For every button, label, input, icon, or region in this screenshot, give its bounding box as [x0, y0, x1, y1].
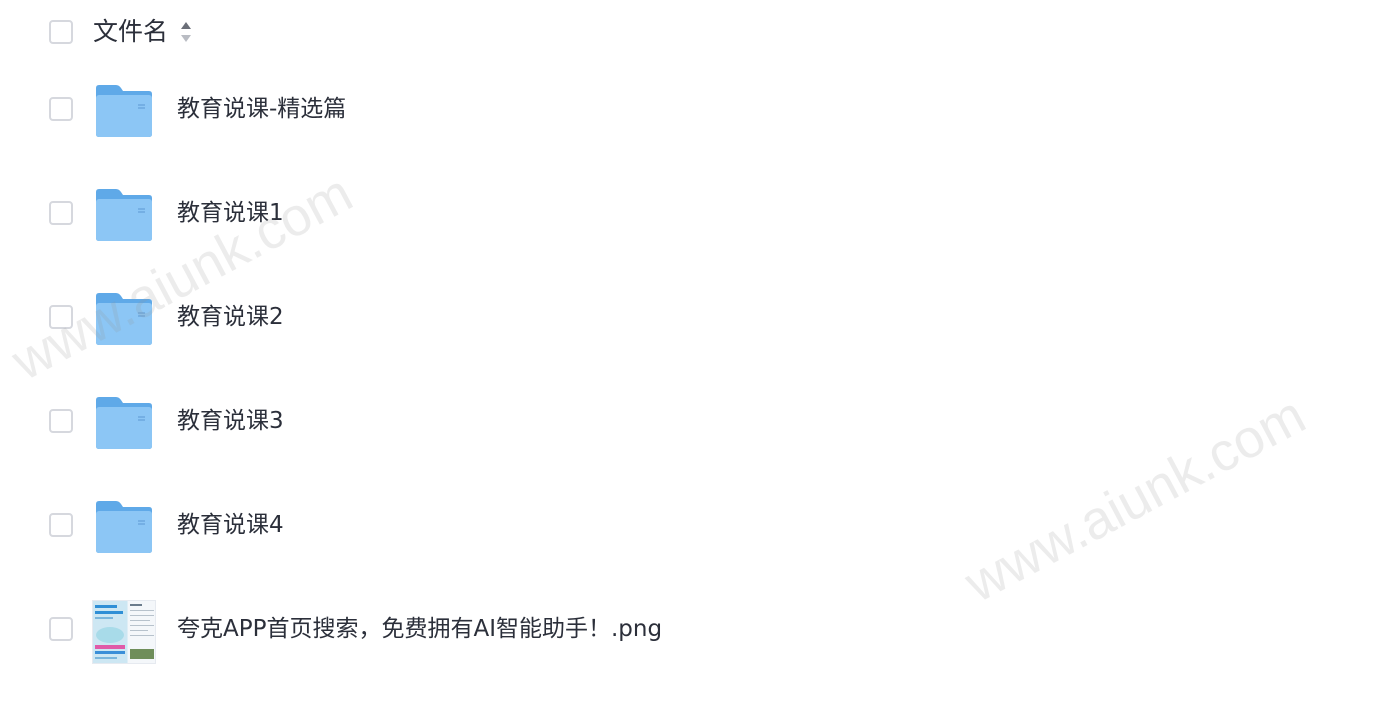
select-all-checkbox[interactable] — [49, 20, 73, 44]
file-name[interactable]: 教育说课2 — [177, 302, 284, 332]
file-name[interactable]: 教育说课-精选篇 — [177, 94, 346, 124]
file-name[interactable]: 教育说课4 — [177, 510, 284, 540]
file-name[interactable]: 夸克APP首页搜索，免费拥有AI智能助手！.png — [177, 614, 662, 644]
folder-icon — [96, 293, 152, 345]
folder-icon — [96, 85, 152, 137]
sort-icon[interactable] — [179, 20, 193, 44]
list-item[interactable]: 夸克APP首页搜索，免费拥有AI智能助手！.png — [0, 578, 1384, 682]
row-checkbox[interactable] — [49, 305, 73, 329]
list-item[interactable]: 教育说课2 — [0, 266, 1384, 370]
column-header-filename[interactable]: 文件名 — [93, 16, 168, 48]
list-item[interactable]: 教育说课4 — [0, 474, 1384, 578]
list-item[interactable]: 教育说课3 — [0, 370, 1384, 474]
image-thumbnail — [92, 600, 156, 664]
folder-icon — [96, 501, 152, 553]
row-checkbox[interactable] — [49, 201, 73, 225]
list-item[interactable]: 教育说课-精选篇 — [0, 58, 1384, 162]
folder-icon — [96, 397, 152, 449]
row-checkbox[interactable] — [49, 409, 73, 433]
file-name[interactable]: 教育说课1 — [177, 198, 284, 228]
folder-icon — [96, 189, 152, 241]
list-item[interactable]: 教育说课1 — [0, 162, 1384, 266]
row-checkbox[interactable] — [49, 617, 73, 641]
row-checkbox[interactable] — [49, 513, 73, 537]
row-checkbox[interactable] — [49, 97, 73, 121]
file-name[interactable]: 教育说课3 — [177, 406, 284, 436]
file-list-header: 文件名 — [0, 0, 1384, 66]
